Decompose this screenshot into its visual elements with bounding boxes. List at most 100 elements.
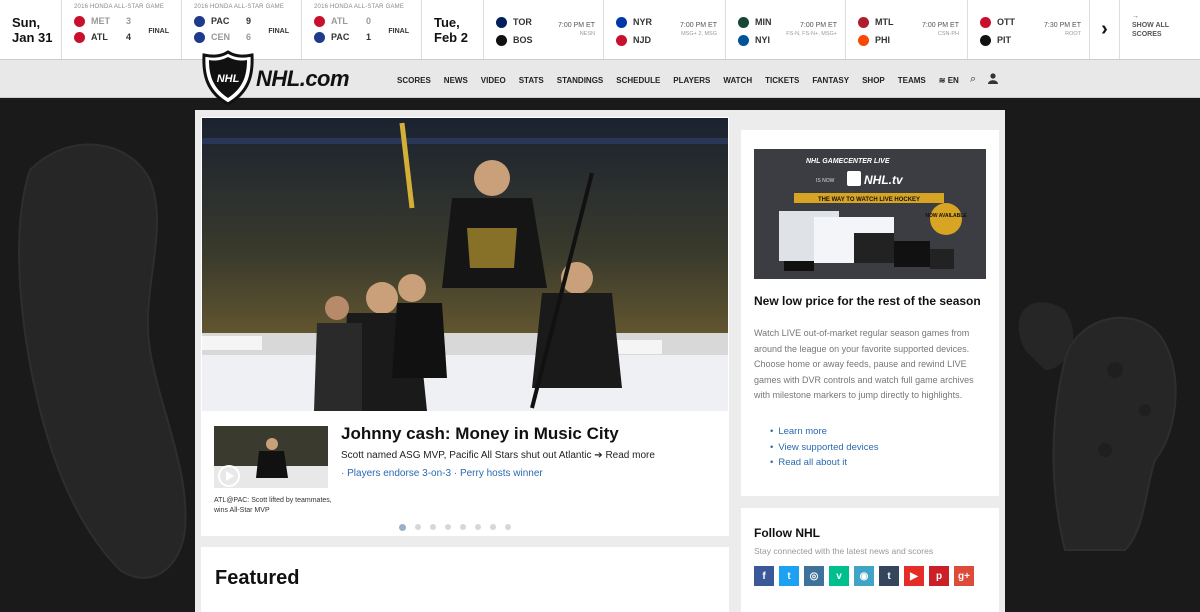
nav-item-teams[interactable]: TEAMS [898, 76, 926, 85]
user-icon[interactable] [988, 73, 999, 87]
carousel-dot[interactable] [445, 524, 451, 530]
show-all-scores-link[interactable]: → SHOW ALL SCORES [1120, 0, 1169, 59]
carousel-dot[interactable] [415, 524, 421, 530]
ticker-game[interactable]: TOR BOS 7:00 PM ET NESN [484, 0, 604, 59]
game-status: FINAL [268, 28, 289, 35]
ticker-date-date: Feb 2 [434, 30, 468, 45]
game-time: 7:00 PM ET NESN [558, 22, 595, 37]
arrow-right-icon: ➔ [594, 450, 606, 461]
carousel-dot[interactable] [490, 524, 496, 530]
nav-item-watch[interactable]: WATCH [723, 76, 752, 85]
ad-links: Learn more View supported devices Read a… [770, 424, 879, 471]
googleplus-icon[interactable]: g+ [954, 566, 974, 586]
carousel-dot[interactable] [430, 524, 436, 530]
instagram-icon[interactable]: ◎ [804, 566, 824, 586]
banner-tag: THE WAY TO WATCH LIVE HOCKEY [818, 197, 920, 203]
banner-badge: NOW AVAILABLE [925, 213, 967, 219]
ticker-game[interactable]: MTL PHI 7:00 PM ET CSN-PH [846, 0, 968, 59]
team-logo-icon [194, 15, 205, 27]
read-all-link[interactable]: Read all about it [770, 455, 879, 471]
ad-title: New low price for the rest of the season [754, 294, 981, 308]
related-link[interactable]: Players endorse 3-on-3 [347, 468, 451, 479]
team-abbr: NYI [755, 35, 771, 45]
twitter-icon[interactable]: t [779, 566, 799, 586]
ticker-next-button[interactable]: › [1090, 0, 1120, 59]
hero-subline-text: Scott named ASG MVP, Pacific All Stars s… [341, 450, 592, 461]
ticker-date: Sun, Jan 31 [0, 0, 62, 59]
carousel-dot[interactable] [475, 524, 481, 530]
team-abbr: PIT [997, 35, 1012, 45]
hero-image[interactable] [202, 118, 728, 411]
ticker-date-day: Sun, [12, 15, 41, 30]
hero-video-thumbnail[interactable] [214, 426, 328, 488]
follow-nhl-card [741, 508, 999, 612]
facebook-icon[interactable]: f [754, 566, 774, 586]
read-more-link[interactable]: Read more [605, 450, 654, 461]
nav-item-language[interactable]: ≋ EN [939, 76, 959, 85]
team-abbr: CEN [211, 32, 231, 42]
team-abbr: ATL [91, 32, 108, 42]
follow-title: Follow NHL [754, 526, 820, 540]
team-abbr: PAC [211, 16, 230, 26]
carousel-dots [399, 524, 511, 531]
team-logo-icon [738, 34, 749, 46]
nav-item-tickets[interactable]: TICKETS [765, 76, 799, 85]
ad-body: Watch LIVE out-of-market regular season … [754, 328, 974, 400]
carousel-dot[interactable] [399, 524, 406, 531]
team-logo-icon [616, 16, 627, 28]
ticker-game-header: 2016 HONDA ALL-STAR GAME [314, 4, 405, 10]
nav-item-schedule[interactable]: SCHEDULE [616, 76, 660, 85]
banner-line2: IS NOW [816, 178, 835, 184]
nav-item-news[interactable]: NEWS [444, 76, 468, 85]
ticker-game[interactable]: OTT PIT 7:30 PM ET ROOT [968, 0, 1090, 59]
nhltv-banner[interactable]: NHL GAMECENTER LIVE IS NOW NHL.tv THE WA… [754, 149, 986, 279]
tumblr-icon[interactable]: t [879, 566, 899, 586]
nav-item-scores[interactable]: SCORES [397, 76, 431, 85]
carousel-dot[interactable] [460, 524, 466, 530]
vine-icon[interactable]: v [829, 566, 849, 586]
team-abbr: PHI [875, 35, 891, 45]
nav-item-video[interactable]: VIDEO [481, 76, 506, 85]
learn-more-link[interactable]: Learn more [770, 424, 879, 440]
show-all-label: SHOW ALL [1132, 22, 1170, 29]
ticker-game[interactable]: NYR NJD 7:00 PM ET MSG+ 2, MSG [604, 0, 726, 59]
search-icon[interactable]: ⌕ [970, 73, 976, 87]
ticker-game[interactable]: 2016 HONDA ALL-STAR GAME MET 3 ATL 4 FINAL [62, 0, 182, 59]
pinterest-icon[interactable]: p [929, 566, 949, 586]
team-score: 0 [365, 16, 371, 26]
youtube-icon[interactable]: ▶ [904, 566, 924, 586]
language-label: EN [947, 76, 959, 85]
periscope-icon[interactable]: ◉ [854, 566, 874, 586]
game-time: 7:00 PM ET MSG+ 2, MSG [680, 22, 717, 37]
follow-subtitle: Stay connected with the latest news and … [754, 546, 934, 556]
banner-brand: NHL.tv [864, 173, 904, 187]
game-status: FINAL [148, 28, 169, 35]
nav-item-shop[interactable]: SHOP [862, 76, 885, 85]
nav-item-stats[interactable]: STATS [519, 76, 544, 85]
team-abbr: NJD [633, 35, 652, 45]
nav-item-players[interactable]: PLAYERS [673, 76, 710, 85]
supported-devices-link[interactable]: View supported devices [770, 440, 878, 456]
team-abbr: MTL [875, 17, 894, 27]
hero-headline[interactable]: Johnny cash: Money in Music City [341, 424, 619, 444]
brand-wordmark[interactable]: NHL.com [256, 66, 350, 92]
nhl-shield-logo[interactable]: NHL [201, 50, 255, 106]
nav-item-standings[interactable]: STANDINGS [557, 76, 604, 85]
team-logo-icon [858, 16, 869, 28]
team-logo-icon [980, 34, 991, 46]
ticker-game[interactable]: 2016 HONDA ALL-STAR GAME ATL 0 PAC 1 FINAL [302, 0, 422, 59]
carousel-dot[interactable] [505, 524, 511, 530]
team-logo-icon [314, 15, 325, 27]
nav-item-fantasy[interactable]: FANTASY [812, 76, 849, 85]
ticker-game[interactable]: MIN NYI 7:00 PM ET FS-N, FS-N+, MSG+ [726, 0, 846, 59]
ticker-game-header: 2016 HONDA ALL-STAR GAME [74, 4, 165, 10]
show-all-label: SCORES [1132, 31, 1162, 38]
game-time: 7:30 PM ET ROOT [1044, 22, 1081, 37]
game-time: 7:00 PM ET FS-N, FS-N+, MSG+ [786, 22, 837, 37]
team-logo-icon [194, 31, 205, 43]
team-abbr: MIN [755, 17, 772, 27]
scores-ticker: Sun, Jan 31 2016 HONDA ALL-STAR GAME MET… [0, 0, 1200, 60]
related-link[interactable]: Perry hosts winner [460, 468, 543, 479]
hero-related-links: · Players endorse 3-on-3 · Perry hosts w… [341, 468, 543, 479]
team-abbr: NYR [633, 17, 653, 27]
